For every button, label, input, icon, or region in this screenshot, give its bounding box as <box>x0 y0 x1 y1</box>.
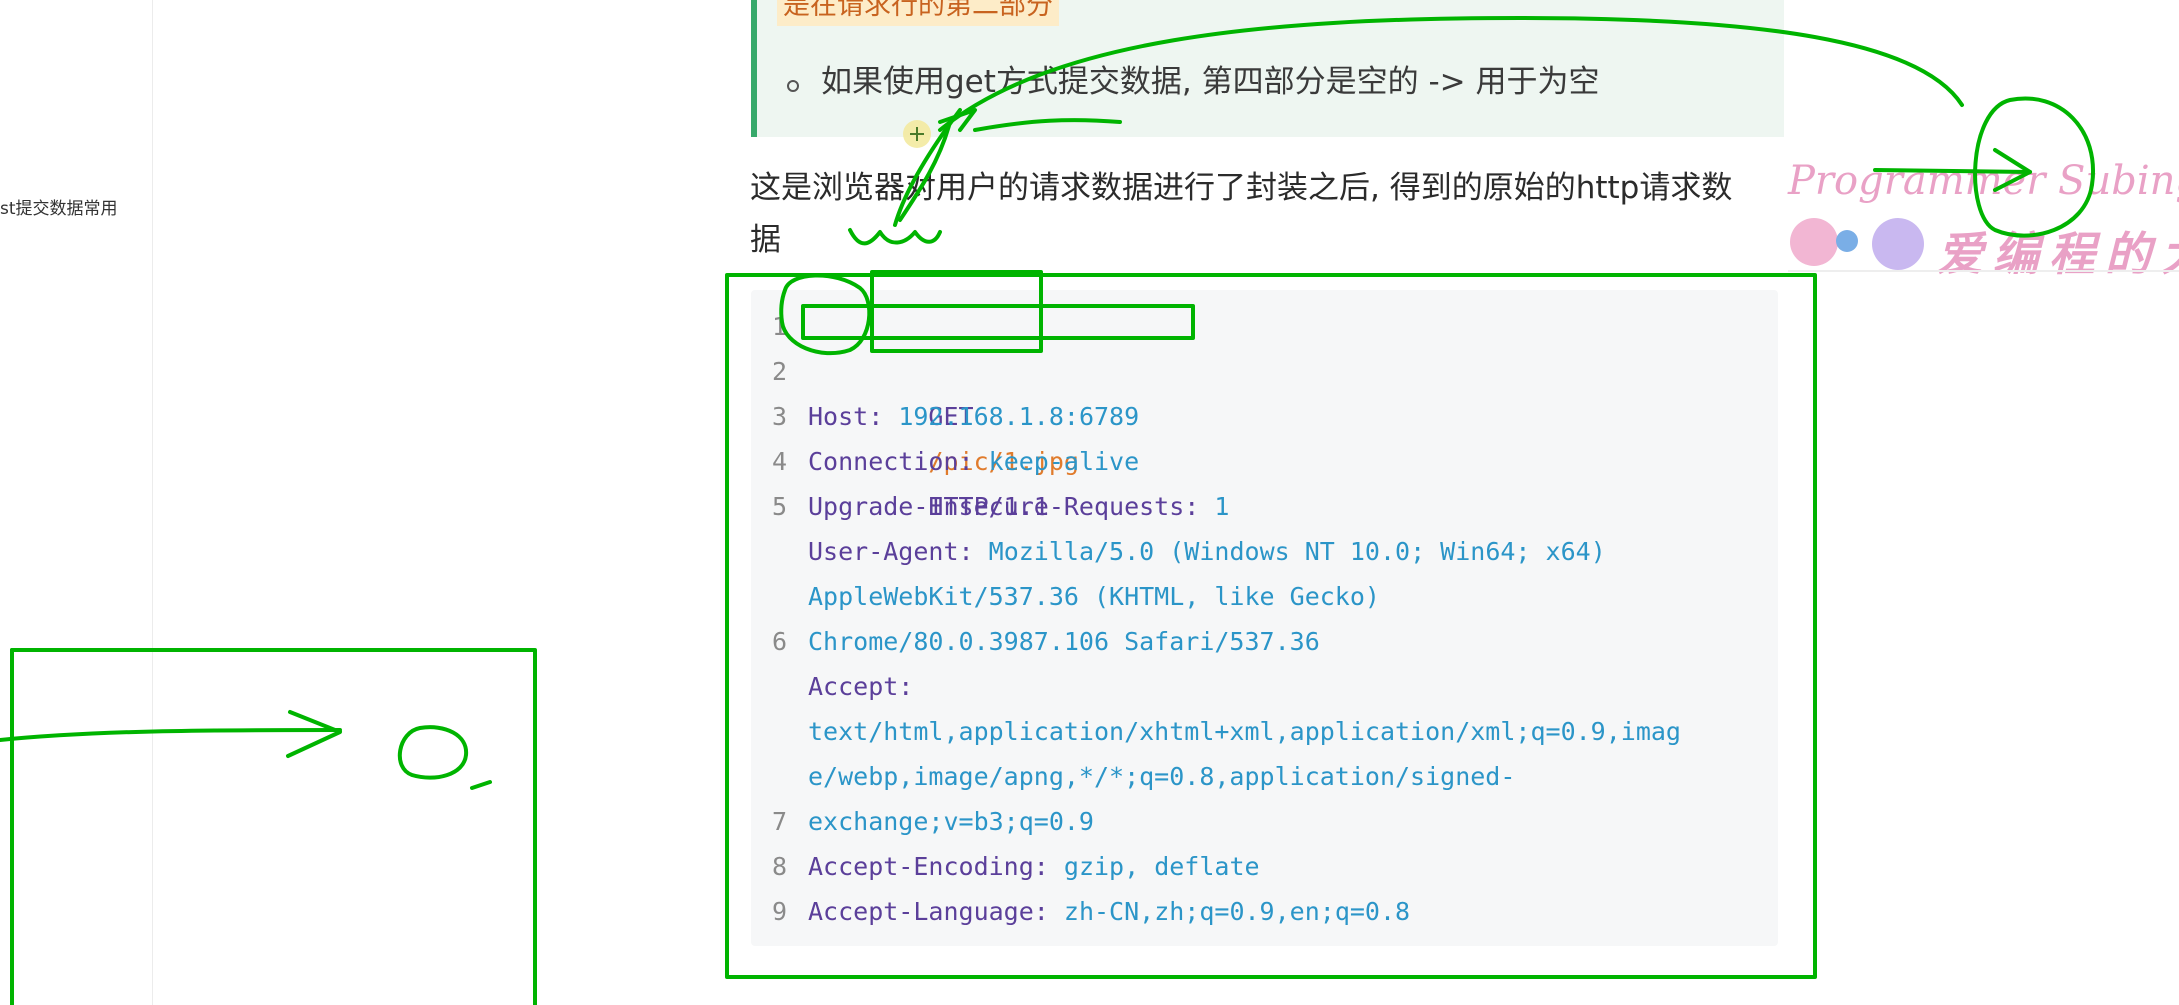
header-key: Accept-Language: <box>808 897 1049 926</box>
screen: st提交数据常用 是在请求行的第二部分 如果使用get方式提交数据, 第四部分是… <box>0 0 2179 1005</box>
note-bullet-text: 如果使用get方式提交数据, 第四部分是空的 -> 用于为空 <box>821 64 1600 100</box>
highlighted-text: 是在请求行的第二部分 <box>777 0 1059 26</box>
header-key: Upgrade-Insecure-Requests: <box>808 492 1200 521</box>
watermark-chinese: 爱编程的大 <box>1937 227 2179 281</box>
header-key: Accept-Encoding: <box>808 852 1049 881</box>
code-line-accept-language: Accept-Language: zh-CN,zh;q=0.9,en;q=0.8 <box>751 844 1410 979</box>
header-value: keep-alive <box>988 447 1140 476</box>
annotation-small-circle <box>397 725 469 780</box>
intro-paragraph: 这是浏览器对用户的请求数据进行了封装之后, 得到的原始的http请求数据 <box>750 170 1733 258</box>
header-value: text/html,application/xhtml+xml,applicat… <box>808 717 1681 746</box>
watermark-text: Programmer Subingwe <box>1788 158 2179 204</box>
outline-item[interactable]: st提交数据常用 <box>0 194 118 219</box>
note-block: 是在请求行的第二部分 如果使用get方式提交数据, 第四部分是空的 -> 用于为… <box>751 0 1784 137</box>
header-value: 1 <box>1214 492 1230 521</box>
header-value: zh-CN,zh;q=0.9,en;q=0.8 <box>1063 897 1411 926</box>
header-value: 192.168.1.8:6789 <box>898 402 1140 431</box>
code-block[interactable]: 1 2 3 4 5 6 7 8 9 GET /pic/1.jpg HTTP/1.… <box>751 290 1778 946</box>
header-value: Mozilla/5.0 (Windows NT 10.0; Win64; x64… <box>988 537 1606 566</box>
outline-sidebar: st提交数据常用 <box>0 0 153 1005</box>
header-value: gzip, deflate <box>1063 852 1260 881</box>
header-value: Chrome/80.0.3987.106 Safari/537.36 <box>808 627 1320 656</box>
bullet-circle-icon <box>787 80 799 92</box>
header-value: e/webp,image/apng,*/*;q=0.8,application/… <box>808 762 1516 791</box>
watermark-blue-arrow-icon <box>1836 230 1858 252</box>
watermark-violet-dot-icon <box>1872 218 1924 270</box>
watermark-divider <box>1788 270 2179 272</box>
watermark-pink-dot-icon <box>1790 218 1838 266</box>
header-value: AppleWebKit/537.36 (KHTML, like Gecko) <box>808 582 1380 611</box>
header-value: exchange;v=b3;q=0.9 <box>808 807 1094 836</box>
